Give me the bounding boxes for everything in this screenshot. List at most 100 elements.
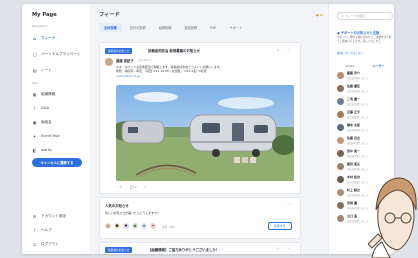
avatar [337, 189, 344, 196]
user-list-item[interactable]: 橋本 太郎 自由を希望しました [337, 122, 393, 135]
like-button[interactable]: ♡ 3 [116, 185, 122, 189]
sidebar-item-help[interactable]: ? ヘルプ [32, 226, 86, 234]
bookmark-icon[interactable]: ☆ [276, 47, 280, 52]
avatar [337, 150, 344, 157]
mascot-illustration [368, 177, 417, 258]
vote-button[interactable]: 投票する [268, 222, 292, 230]
support-title-text: サポートのお知らせと支援 [340, 31, 380, 35]
poll-option[interactable]: ✿ [132, 223, 138, 229]
user-name: 近藤 正平 [347, 110, 361, 114]
tab-mine[interactable]: 自分の投稿 [125, 23, 151, 32]
search-icon: ⌕ [341, 14, 343, 18]
cta-button[interactable]: キャンセルに遷移する [32, 158, 82, 167]
campsite-photo [116, 85, 294, 181]
poll-option[interactable]: ✦ [150, 223, 156, 229]
user-status: 自由を希望しました [347, 77, 369, 80]
sidebar-item-qa[interactable]: ? Q&A [32, 104, 86, 112]
avatar [337, 202, 344, 209]
poll-option[interactable]: ★ [141, 223, 147, 229]
sidebar-section-label: Navigation [32, 24, 49, 28]
sidebar-item-organization[interactable]: ▦ 組織情報 [32, 90, 86, 98]
post-handle: @mikiko_h [138, 58, 153, 62]
search-field[interactable]: ⌕ フィードを検索 [337, 12, 393, 20]
sidebar-item-label: ノート [41, 67, 52, 72]
user-name: 佐藤 優佳 [347, 84, 361, 88]
tab-club[interactable]: 部活投稿 [179, 23, 202, 32]
share-button[interactable]: ↗ [144, 185, 147, 189]
avatar [337, 85, 344, 92]
sidebar-item-label: アカウント設定 [41, 213, 67, 218]
sidebar-item-private[interactable]: ▢ パーソナルプライベート [32, 50, 86, 58]
post-category-badge: 投稿者のお知らせ [105, 48, 133, 54]
post-title: 人気のお知らせ [105, 204, 129, 208]
sidebar-item-label: 組織情報 [41, 91, 56, 96]
avatar [337, 137, 344, 144]
poll-option[interactable]: ♥ [123, 223, 129, 229]
user-list-item[interactable]: 近藤 正平自由を希望しました [337, 109, 393, 122]
avatar [337, 98, 344, 105]
support-link[interactable]: 案内についてはこちら [337, 51, 363, 55]
notification-indicator[interactable]: ● 21 [316, 13, 323, 17]
user-name: 三宅 優一 [347, 97, 361, 101]
post-author: 堀越 美紀子 [116, 59, 134, 63]
event-icon: ✦ [32, 133, 37, 139]
user-status: 自由を希望しました [347, 142, 369, 145]
info-icon: ● [337, 31, 340, 35]
more-icon[interactable]: ⋯ [286, 47, 290, 52]
comment-button[interactable]: 💬 2 [130, 185, 137, 189]
post-link[interactable]: camnelium.co.jp [116, 74, 296, 78]
tab-organization[interactable]: 組織投稿 [154, 23, 177, 32]
app-window: My Page Navigation ⌂ フィード ▢ パーソナルプライベート … [22, 4, 394, 254]
post-category-badge: 投稿者のお知らせ [105, 247, 133, 253]
avatar [105, 58, 113, 66]
sidebar-item-note[interactable]: ▤ ノート [32, 66, 86, 74]
sidebar-item-event-hub[interactable]: ✦ Event Hub [32, 132, 86, 140]
user-name: 山口 遥 [347, 214, 358, 218]
notification-dot-icon: ● [316, 13, 319, 17]
tab-public[interactable]: Public [346, 64, 355, 68]
question-icon: ? [33, 105, 36, 111]
user-name: 藤田 亜矢 [347, 162, 361, 166]
poll-option[interactable]: ☻ [114, 223, 120, 229]
feed-post: 投稿者のお知らせ 【組織情報】ご協力ありがとうございました！ ☆ ⋯ [99, 242, 301, 254]
poll-option[interactable]: ☺ [105, 223, 111, 229]
more-icon[interactable]: ⋯ [286, 246, 290, 251]
logout-icon: ⎋ [32, 241, 37, 247]
user-status: 自由を希望しました [347, 116, 369, 119]
sidebar-item-label: Event Hub [41, 134, 60, 138]
avatar [337, 215, 344, 222]
bookmark-icon[interactable]: ☆ [276, 246, 280, 251]
sidebar-item-works[interactable]: ◧ works [32, 146, 86, 154]
avatar [337, 176, 344, 183]
tab-exp[interactable]: EXP [205, 23, 221, 32]
lock-icon: ▢ [32, 51, 37, 57]
user-status: 自由を希望しました [347, 194, 369, 197]
user-list-item[interactable]: 佐藤 百合 自由を希望しました [337, 135, 393, 148]
user-list-item[interactable]: 佐藤 優佳 自由を希望しました [337, 83, 393, 96]
user-status: 自由を希望しました [347, 220, 369, 223]
sidebar-item-account-settings[interactable]: ⚙ アカウント設定 [32, 212, 86, 220]
briefcase-icon: ◧ [32, 147, 37, 153]
sidebar-item-feed[interactable]: ⌂ フィード [32, 34, 86, 42]
user-list-item[interactable]: 三宅 優一自由を希望しました [337, 96, 393, 109]
support-body: サポートに関する問い合わせとご支援をまとめてご案内いたします。詳しくはこちら [337, 36, 392, 43]
sidebar-item-label: 勉強会 [41, 119, 52, 124]
post-photo[interactable] [116, 85, 294, 181]
post-title: 投稿者同志会 新規募集のお知らせ [148, 49, 200, 53]
sidebar-item-study[interactable]: ▣ 勉強会 [32, 118, 86, 126]
feed-post: 人気のお知らせ ⋯ 新しいお知らせが届いたらどうしますか？ ☺ ☻ ♥ ✿ ★ … [99, 197, 301, 239]
user-name: 宮地 優 [347, 201, 358, 205]
sidebar-item-label: works [41, 148, 52, 152]
more-icon[interactable]: ⋯ [286, 202, 290, 207]
tab-support[interactable]: サポート [224, 23, 247, 32]
tab-users[interactable]: ユーザー [372, 64, 384, 68]
sidebar-item-logout[interactable]: ⎋ ログアウト [32, 240, 86, 248]
avatar [337, 163, 344, 170]
poll-question: 新しいお知らせが届いたらどうしますか？ [105, 211, 160, 215]
user-name: 藤藤 洋介 [347, 71, 361, 75]
user-list-item[interactable]: 藤藤 洋介自由を希望しました [337, 70, 393, 83]
sidebar-item-label: パーソナルプライベート [41, 51, 81, 56]
user-status: 自由を希望しました [347, 103, 369, 106]
user-name: 木村 拓也 [347, 175, 361, 179]
tab-all[interactable]: 全体投稿 [99, 23, 122, 32]
